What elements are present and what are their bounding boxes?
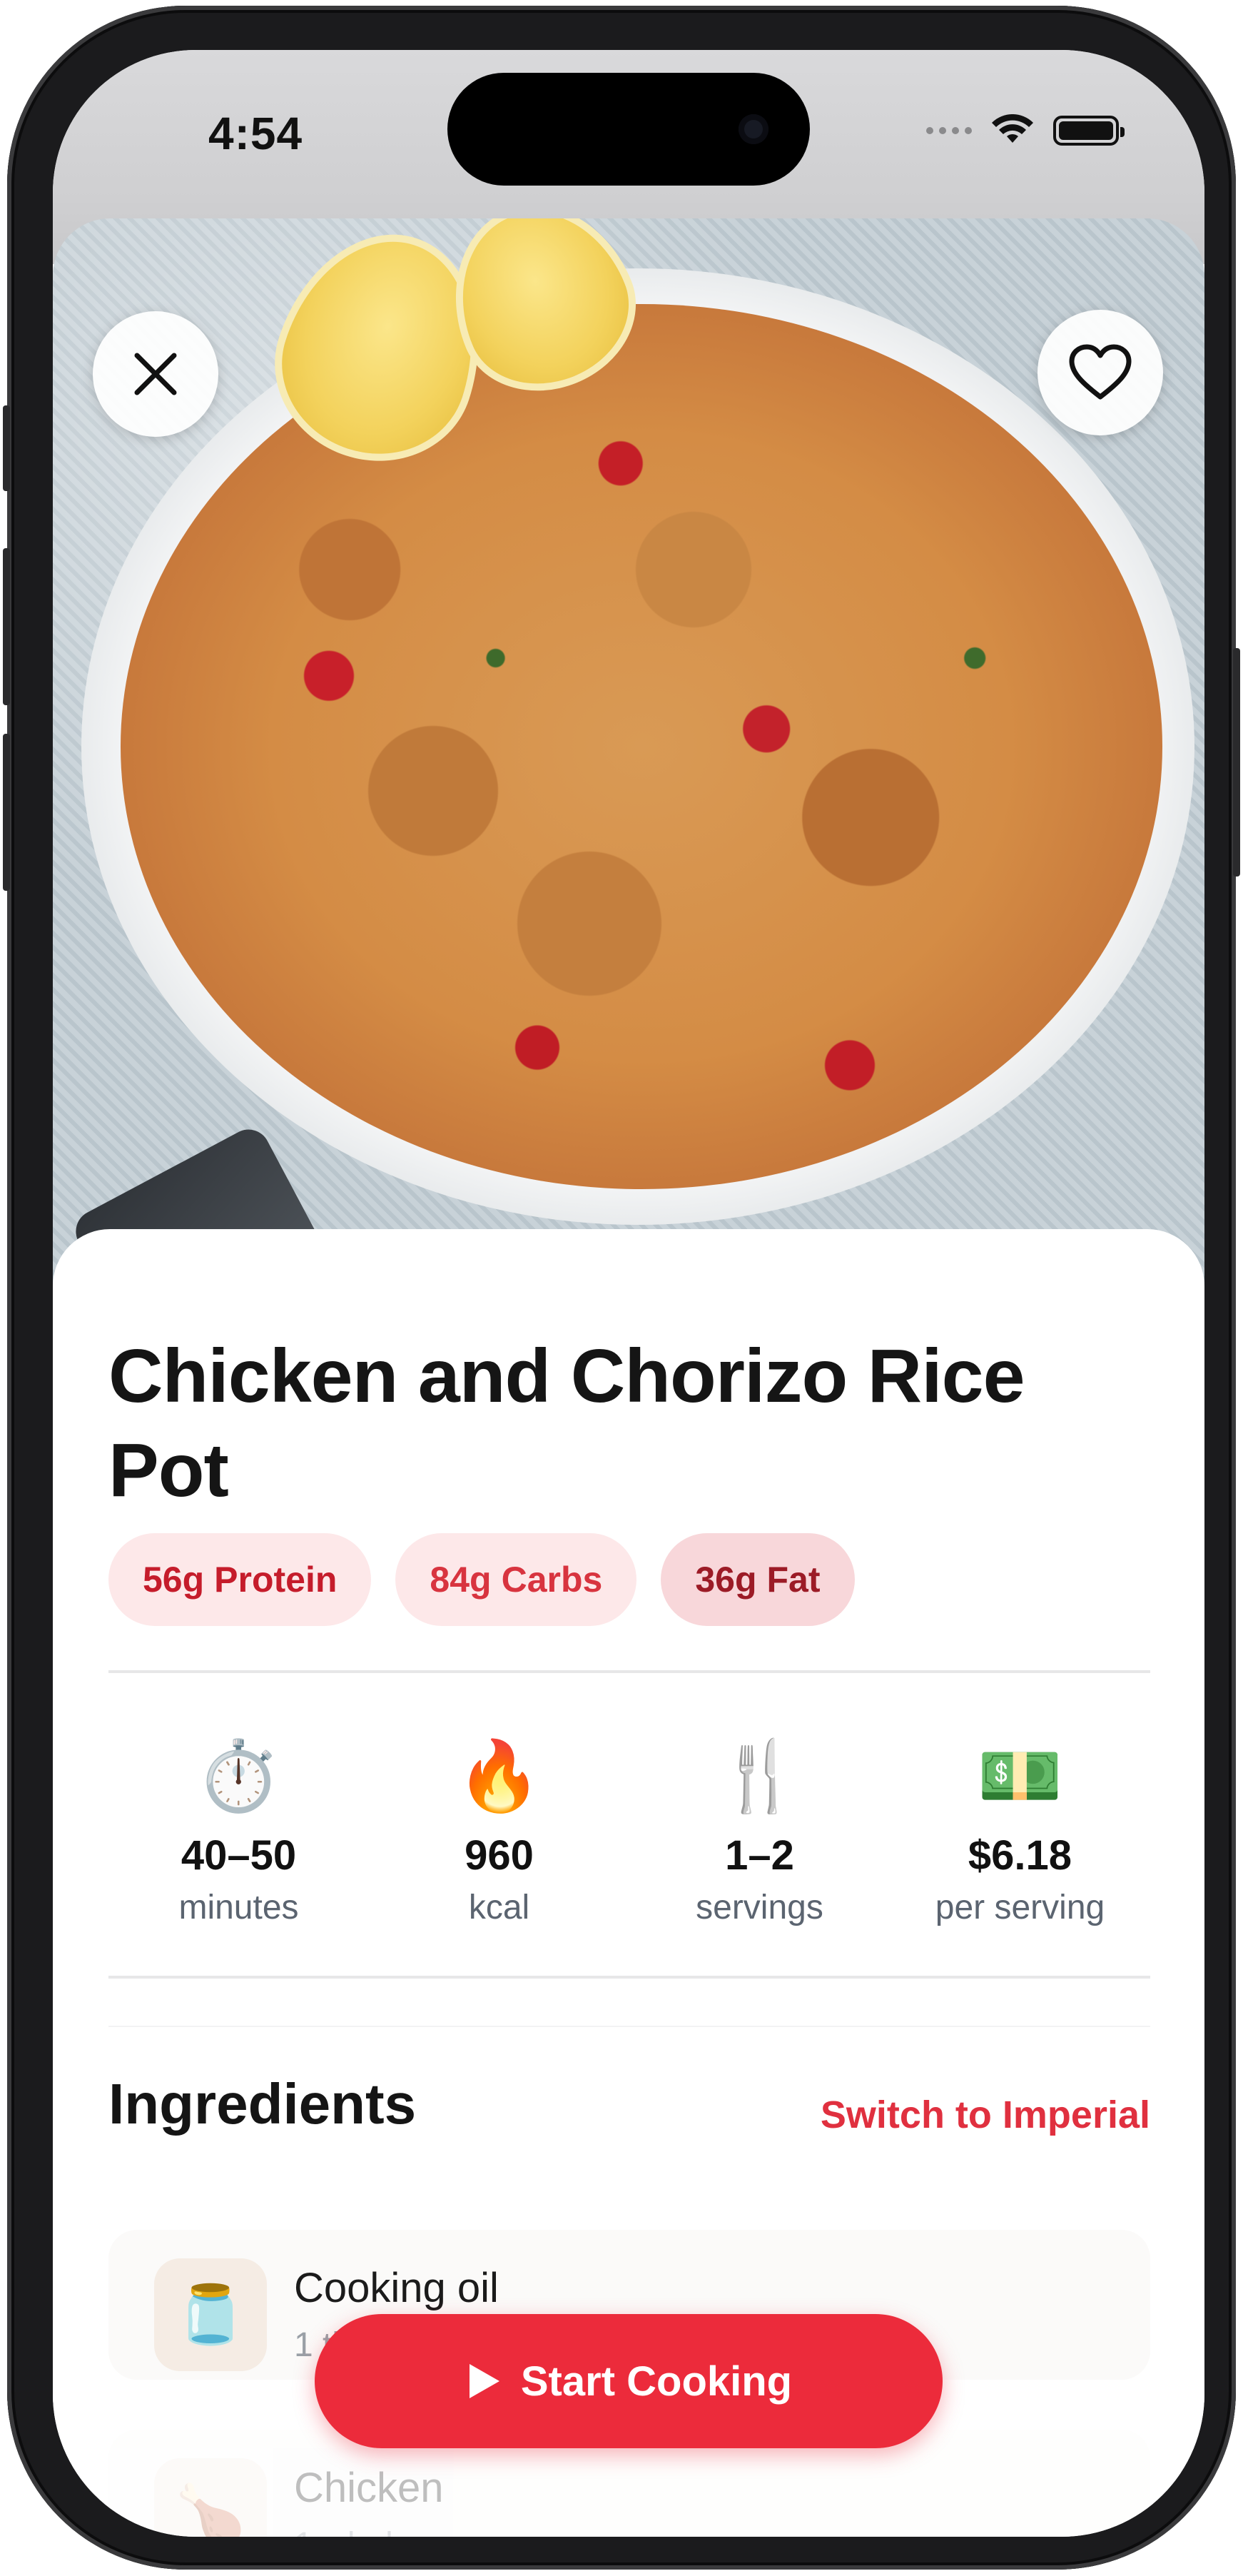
fat-chip: 36g Fat [661,1533,855,1626]
protein-amount: 56g [143,1560,205,1600]
stat-calories: 🔥 960 kcal [369,1737,629,1929]
play-icon [469,2364,499,2398]
recipe-title: Chicken and Chorizo Rice Pot [108,1334,1025,1512]
money-icon: 💵 [977,1738,1063,1814]
recipe-stats: ⏱️ 40–50 minutes 🔥 960 kcal 🍴 1–2 servin… [108,1737,1150,1929]
stat-label: servings [696,1889,823,1926]
stat-time: ⏱️ 40–50 minutes [108,1737,369,1929]
ingredient-name: Chicken [294,2465,444,2511]
wifi-icon [992,114,1033,143]
chicken-icon: 🍗 [154,2458,267,2537]
carbs-label: Carbs [501,1560,603,1600]
start-cooking-label: Start Cooking [520,2358,793,2405]
close-icon [134,353,177,395]
ingredient-qty: 1 whole [294,2525,412,2537]
divider [108,2026,1150,2027]
oil-bottle-icon: 🫙 [154,2258,267,2371]
stat-label: per serving [935,1889,1105,1926]
dynamic-island [447,73,810,186]
hero-image [53,218,1204,1289]
camera-icon [739,114,768,144]
stat-label: minutes [178,1889,299,1926]
stat-cost: 💵 $6.18 per serving [890,1737,1150,1929]
status-icons [926,114,1125,147]
signal-dots-icon [926,127,972,134]
side-button [1233,648,1240,877]
carbs-amount: 84g [430,1560,492,1600]
battery-icon [1053,116,1125,146]
favorite-button[interactable] [1037,310,1163,435]
ingredients-header: Ingredients Switch to Imperial [108,2036,1150,2178]
stat-value: 40–50 [181,1832,297,1879]
screen: 4:54 Chicken and Chorizo Rice Pot 56g Pr… [53,50,1204,2537]
carbs-chip: 84g Carbs [395,1533,637,1626]
ingredient-name: Cooking oil [294,2265,499,2311]
protein-label: Protein [214,1560,338,1600]
heart-icon [1069,344,1132,400]
stat-value: $6.18 [968,1832,1072,1879]
food-paella [121,304,1162,1189]
start-cooking-button[interactable]: Start Cooking [315,2314,943,2448]
status-time: 4:54 [208,108,303,159]
protein-chip: 56g Protein [108,1533,372,1626]
fat-label: Fat [766,1560,821,1600]
phone-frame: 4:54 Chicken and Chorizo Rice Pot 56g Pr… [3,6,1240,2570]
stat-value: 960 [465,1832,534,1879]
switch-units-link[interactable]: Switch to Imperial [821,2093,1150,2137]
side-button [3,548,10,705]
side-button [3,734,10,891]
side-button [3,405,10,491]
close-button[interactable] [93,311,218,437]
divider [108,1976,1150,1979]
ingredients-title: Ingredients [108,2072,417,2136]
fire-icon: 🔥 [456,1738,542,1814]
stat-servings: 🍴 1–2 servings [629,1737,890,1929]
stat-label: kcal [468,1889,530,1926]
fork-knife-icon: 🍴 [716,1738,803,1814]
fat-amount: 36g [695,1560,757,1600]
macro-chips: 56g Protein 84g Carbs 36g Fat [108,1533,855,1626]
stopwatch-icon: ⏱️ [196,1738,282,1814]
divider [108,1670,1150,1673]
stat-value: 1–2 [725,1832,794,1879]
